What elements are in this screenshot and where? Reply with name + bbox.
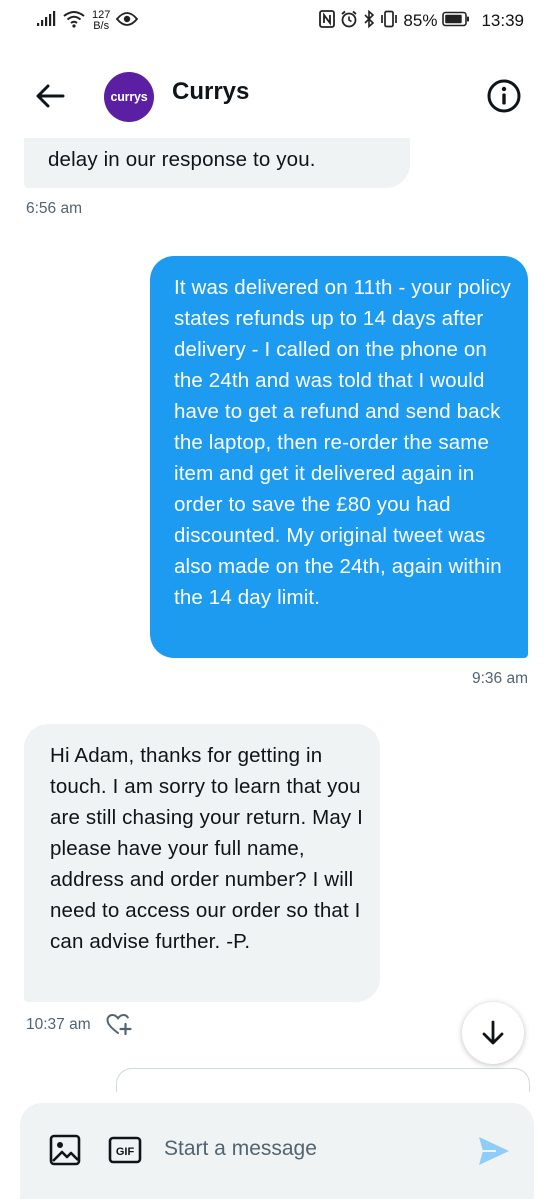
bluetooth-icon bbox=[363, 9, 375, 33]
wifi-icon bbox=[62, 10, 86, 33]
message-text: delay in our response to you. bbox=[48, 148, 316, 171]
message-composer: GIF Start a message bbox=[20, 1103, 534, 1199]
conversation-header: currys Currys bbox=[0, 48, 554, 140]
scroll-down-arrow-icon bbox=[482, 1020, 504, 1045]
message-timestamp: 6:56 am bbox=[26, 200, 83, 217]
message-timestamp: 9:36 am bbox=[471, 670, 528, 687]
gif-icon: GIF bbox=[108, 1136, 142, 1164]
send-button[interactable] bbox=[476, 1133, 512, 1169]
info-button[interactable] bbox=[486, 78, 522, 114]
scroll-to-bottom-button[interactable] bbox=[462, 1002, 524, 1064]
avatar[interactable]: currys bbox=[104, 72, 154, 122]
network-speed-unit: B/s bbox=[93, 20, 110, 32]
send-icon bbox=[479, 1137, 509, 1165]
status-right: 85% 13:39 bbox=[319, 8, 524, 34]
gif-label: GIF bbox=[116, 1146, 135, 1158]
back-arrow-icon bbox=[36, 84, 65, 108]
clock: 13:39 bbox=[481, 11, 524, 30]
message-bubble-received[interactable]: Hi Adam, thanks for getting in touch. I … bbox=[24, 724, 380, 1002]
info-icon bbox=[487, 79, 521, 113]
back-button[interactable] bbox=[30, 76, 70, 116]
message-bubble-received[interactable]: delay in our response to you. bbox=[24, 138, 410, 188]
status-left: 127 B/s bbox=[36, 8, 139, 34]
signal-icon bbox=[36, 10, 56, 32]
message-text: It was delivered on 11th - your policy s… bbox=[174, 276, 511, 609]
message-input[interactable]: Start a message bbox=[164, 1137, 317, 1161]
conversation-title[interactable]: Currys bbox=[172, 78, 249, 106]
react-button[interactable] bbox=[106, 1012, 132, 1038]
vibrate-icon bbox=[380, 10, 398, 33]
gif-button[interactable]: GIF bbox=[108, 1136, 142, 1164]
network-speed: 127 B/s bbox=[92, 10, 110, 32]
alarm-icon bbox=[340, 10, 358, 33]
nfc-icon bbox=[319, 9, 336, 33]
status-bar: 127 B/s 85% 13:39 bbox=[0, 0, 554, 40]
shared-card-preview[interactable] bbox=[116, 1068, 530, 1093]
eye-icon bbox=[116, 11, 139, 32]
message-text: Hi Adam, thanks for getting in touch. I … bbox=[50, 744, 364, 953]
battery-percent: 85% bbox=[403, 11, 438, 30]
message-bubble-sent[interactable]: It was delivered on 11th - your policy s… bbox=[150, 256, 528, 658]
photo-icon bbox=[49, 1134, 81, 1166]
battery-icon bbox=[442, 11, 470, 32]
message-thread[interactable]: delay in our response to you. 6:56 am It… bbox=[0, 138, 554, 1093]
avatar-logo-text: currys bbox=[110, 90, 148, 104]
react-heart-plus-icon bbox=[106, 1013, 132, 1036]
message-timestamp: 10:37 am bbox=[26, 1016, 91, 1033]
photo-button[interactable] bbox=[48, 1133, 82, 1167]
